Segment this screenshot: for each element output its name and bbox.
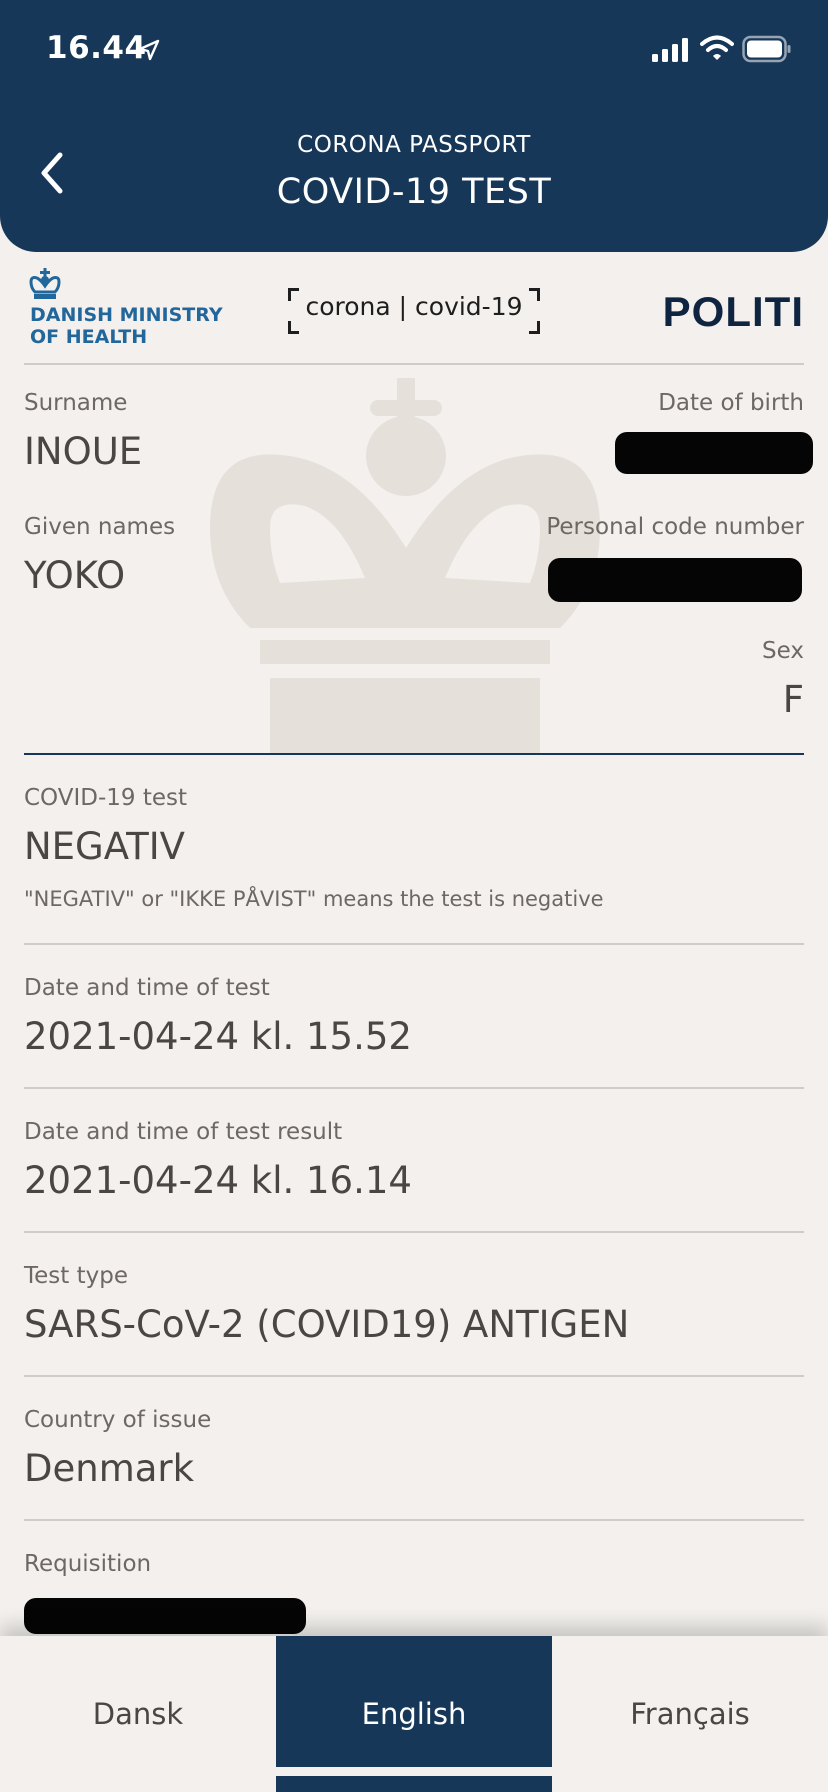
ministry-name-line2: OF HEALTH bbox=[30, 326, 148, 348]
country-of-issue-value: Denmark bbox=[24, 1447, 195, 1490]
given-names-value: YOKO bbox=[24, 554, 126, 597]
page-title: COVID-19 TEST bbox=[276, 172, 552, 212]
divider bbox=[24, 363, 804, 365]
personal-code-redacted bbox=[548, 558, 802, 602]
divider bbox=[24, 943, 804, 945]
divider bbox=[24, 1087, 804, 1089]
requisition-label: Requisition bbox=[24, 1551, 152, 1577]
requisition-redacted bbox=[24, 1598, 306, 1634]
given-names-label: Given names bbox=[24, 514, 176, 540]
test-result-datetime-value: 2021-04-24 kl. 16.14 bbox=[24, 1159, 412, 1202]
covid-test-label: COVID-19 test bbox=[24, 785, 188, 811]
test-result-datetime-label: Date and time of test result bbox=[24, 1119, 343, 1145]
test-datetime-label: Date and time of test bbox=[24, 975, 270, 1001]
tab-dansk[interactable]: Dansk bbox=[0, 1636, 276, 1792]
bracket-bottom-right bbox=[529, 321, 540, 334]
bracket-bottom-left bbox=[288, 321, 299, 334]
surname-value: INOUE bbox=[24, 430, 143, 473]
status-bar: 16.44 bbox=[0, 0, 828, 100]
test-datetime-value: 2021-04-24 kl. 15.52 bbox=[24, 1015, 412, 1058]
home-indicator[interactable] bbox=[268, 1767, 560, 1776]
date-of-birth-redacted bbox=[615, 432, 813, 474]
crown-icon bbox=[29, 268, 61, 299]
section-divider bbox=[24, 753, 804, 755]
sex-label: Sex bbox=[762, 638, 804, 664]
divider bbox=[24, 1375, 804, 1377]
country-of-issue-label: Country of issue bbox=[24, 1407, 212, 1433]
location-arrow-icon bbox=[138, 39, 160, 61]
ministry-of-health-logo: DANISH MINISTRY OF HEALTH bbox=[28, 268, 223, 348]
header-subtitle: CORONA PASSPORT bbox=[297, 132, 531, 158]
personal-code-label: Personal code number bbox=[546, 514, 804, 540]
cellular-signal-icon bbox=[652, 38, 688, 62]
ministry-name-line1: DANISH MINISTRY bbox=[30, 304, 223, 326]
app-header: 16.44 CORONA PASSPORT COVID-19 TEST bbox=[0, 0, 828, 252]
surname-label: Surname bbox=[24, 390, 128, 416]
date-of-birth-label: Date of birth bbox=[658, 390, 804, 416]
divider bbox=[24, 1231, 804, 1233]
covid-test-result: NEGATIV bbox=[24, 825, 185, 868]
sex-value: F bbox=[782, 678, 804, 721]
corona-logo-text: corona | covid-19 bbox=[305, 292, 523, 321]
test-type-label: Test type bbox=[24, 1263, 128, 1289]
battery-icon bbox=[742, 35, 791, 63]
corona-covid-logo: corona | covid-19 bbox=[288, 288, 540, 334]
covid-test-note: "NEGATIV" or "IKKE PÅVIST" means the tes… bbox=[24, 887, 604, 911]
divider bbox=[24, 1519, 804, 1521]
wifi-icon bbox=[700, 35, 734, 60]
tab-francais[interactable]: Français bbox=[552, 1636, 828, 1792]
status-time: 16.44 bbox=[46, 30, 147, 66]
politi-logo: POLITI bbox=[662, 288, 804, 335]
test-type-value: SARS-CoV-2 (COVID19) ANTIGEN bbox=[24, 1303, 630, 1346]
